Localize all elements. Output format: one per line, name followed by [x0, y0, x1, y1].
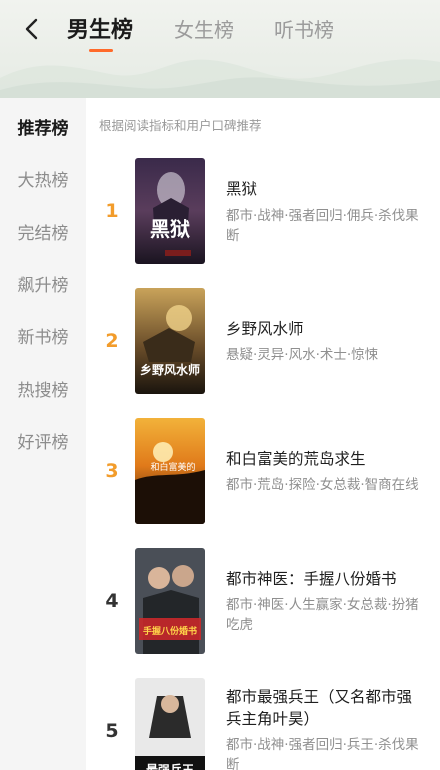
book-cover: 黑狱: [135, 158, 205, 264]
book-item[interactable]: 2 乡野风水师 乡野风水师 悬疑·灵异·风水·术士·惊悚: [86, 288, 440, 398]
tab-audiobook-ranking[interactable]: 听书榜: [274, 14, 334, 43]
tab-male-ranking[interactable]: 男生榜: [67, 12, 133, 44]
book-item[interactable]: 5 最强兵王 都市最强兵王（又名都市强兵主角叶昊） 都市·战神·强者回归·兵王·…: [86, 678, 440, 770]
sidebar-item-top-rated[interactable]: 好评榜: [0, 428, 86, 453]
tab-female-ranking[interactable]: 女生榜: [174, 14, 234, 43]
rank-number: 4: [105, 590, 119, 612]
book-cover: 手握八份婚书: [135, 548, 205, 654]
book-cover: 和白富美的: [135, 418, 205, 524]
rank-number: 5: [105, 720, 119, 742]
sidebar-item-new-books[interactable]: 新书榜: [0, 323, 86, 348]
book-tags: 都市·战神·强者回归·佣兵·杀伐果断: [226, 208, 419, 244]
back-button[interactable]: [16, 14, 46, 44]
ranking-list: 根据阅读指标和用户口碑推荐 1 黑狱 黑狱 都市·战神·强者回归·佣兵·杀伐果断…: [86, 98, 440, 770]
cover-title-text: 手握八份婚书: [143, 625, 197, 637]
top-header: 男生榜 女生榜 听书榜: [0, 0, 440, 98]
sidebar-item-popular[interactable]: 大热榜: [0, 166, 86, 191]
book-tags: 都市·战神·强者回归·兵王·杀伐果断: [226, 737, 419, 770]
book-title: 都市最强兵王（又名都市强兵主角叶昊）: [226, 688, 413, 728]
book-item[interactable]: 1 黑狱 黑狱 都市·战神·强者回归·佣兵·杀伐果断: [86, 158, 440, 268]
list-subtitle: 根据阅读指标和用户口碑推荐: [99, 118, 262, 133]
sidebar-item-rising[interactable]: 飙升榜: [0, 271, 86, 296]
book-item[interactable]: 4 手握八份婚书 都市神医：手握八份婚书 都市·神医·人生赢家·女总裁·扮猪吃虎: [86, 548, 440, 658]
book-title: 乡野风水师: [226, 320, 304, 338]
cover-title-text: 和白富美的: [150, 461, 195, 473]
chevron-left-icon: [25, 18, 38, 40]
rank-number: 1: [105, 200, 119, 222]
active-tab-indicator: [89, 49, 113, 52]
sidebar-item-recommended[interactable]: 推荐榜: [0, 114, 86, 139]
cover-title-text: 乡野风水师: [140, 362, 200, 377]
mountain-background-decoration: [0, 59, 440, 98]
cover-title-text: 最强兵王: [146, 762, 194, 770]
cover-title-text: 黑狱: [150, 217, 190, 241]
sidebar-item-hot-search[interactable]: 热搜榜: [0, 376, 86, 401]
book-cover: 乡野风水师: [135, 288, 205, 394]
rank-number: 3: [105, 460, 119, 482]
book-cover: 最强兵王: [135, 678, 205, 770]
book-title: 黑狱: [226, 180, 258, 198]
book-item[interactable]: 3 和白富美的 和白富美的荒岛求生 都市·荒岛·探险·女总裁·智商在线: [86, 418, 440, 528]
ranking-sidebar: 推荐榜 大热榜 完结榜 飙升榜 新书榜 热搜榜 好评榜: [0, 98, 86, 770]
sidebar-item-completed[interactable]: 完结榜: [0, 219, 86, 244]
book-tags: 都市·神医·人生赢家·女总裁·扮猪吃虎: [226, 597, 419, 633]
book-tags: 悬疑·灵异·风水·术士·惊悚: [226, 347, 379, 363]
book-title: 和白富美的荒岛求生: [226, 450, 366, 468]
rank-number: 2: [105, 330, 119, 352]
book-title: 都市神医：手握八份婚书: [226, 570, 397, 588]
book-tags: 都市·荒岛·探险·女总裁·智商在线: [226, 477, 419, 493]
